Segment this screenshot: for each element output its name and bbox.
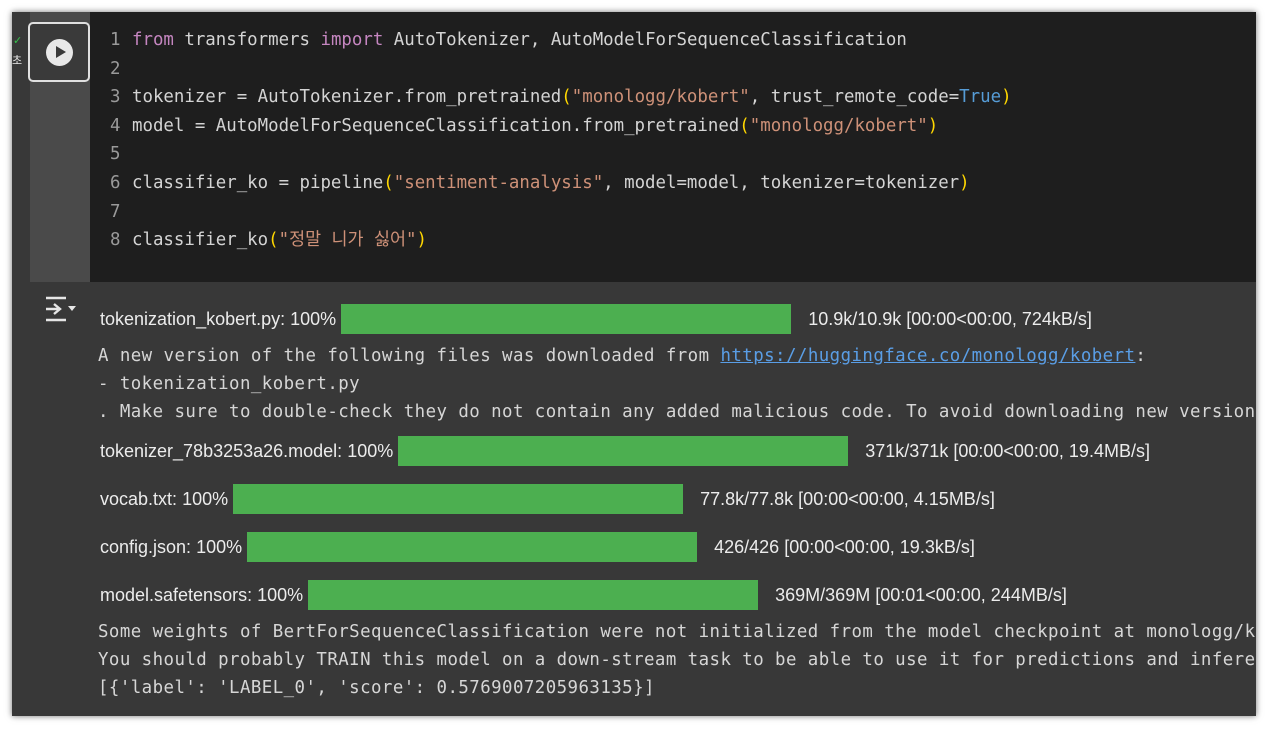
progress-filename: vocab.txt: [100, 488, 178, 509]
code-token: classifier_ko [132, 230, 269, 251]
line-number: 3 [110, 87, 121, 108]
code-token: ( [739, 115, 750, 136]
code-token: "정말 니가 싫어" [278, 230, 417, 251]
progress-percent: 100% [347, 440, 394, 461]
line-number: 8 [110, 230, 121, 251]
result-line: [{'label': 'LABEL_0', 'score': 0.5769007… [98, 678, 655, 698]
progress-filename: tokenizer_78b3253a26.model: [100, 440, 343, 461]
code-token: "monologg/kobert" [571, 87, 750, 108]
progress-bar [341, 304, 792, 334]
code-token: , model=model, tokenizer=tokenizer [603, 173, 960, 193]
train-warning-line: You should probably TRAIN this model on … [98, 650, 1256, 670]
code-token: import [320, 30, 384, 50]
cell-output: tokenization_kobert.py: 100% 10.9k/10.9k… [12, 282, 1256, 716]
progress-percent: 100% [290, 308, 337, 329]
progress-row: tokenizer_78b3253a26.model: 100% 371k/37… [100, 436, 1150, 466]
code-token: classifier_ko = pipeline [132, 173, 384, 193]
progress-filename: model.safetensors: [100, 584, 253, 605]
progress-percent: 100% [182, 488, 229, 509]
code-token: tokenizer = AutoTokenizer.from_pretraine… [132, 87, 562, 108]
line-number: 4 [110, 115, 121, 136]
code-token: "monologg/kobert" [749, 115, 928, 136]
code-token: model = AutoModelForSequenceClassificati… [132, 115, 740, 136]
code-line[interactable]: 8 classifier_ko("정말 니가 싫어") [110, 226, 427, 254]
weights-warning-line: Some weights of BertForSequenceClassific… [98, 622, 1256, 642]
progress-filename: tokenization_kobert.py: [100, 308, 286, 329]
progress-percent: 100% [196, 536, 243, 557]
progress-bar [308, 580, 759, 610]
code-token: "sentiment-analysis" [393, 173, 604, 193]
run-cell-button[interactable] [28, 22, 90, 82]
execution-time-label: 초 [12, 54, 23, 67]
line-number: 6 [110, 173, 121, 193]
code-token: ( [268, 230, 279, 251]
progress-bar [398, 436, 849, 466]
code-token: ) [1001, 87, 1012, 108]
execution-success-icon: ✓ [13, 34, 23, 47]
code-editor[interactable]: 1 from transformers import AutoTokenizer,… [90, 12, 1256, 282]
progress-row: model.safetensors: 100% 369M/369M [00:01… [100, 580, 1067, 610]
code-line[interactable]: 7 [110, 198, 132, 226]
line-number: 2 [110, 58, 121, 79]
code-line[interactable]: 2 [110, 55, 132, 83]
progress-bar [247, 532, 698, 562]
progress-stats: 10.9k/10.9k [00:00<00:00, 724kB/s] [808, 308, 1092, 329]
code-line[interactable]: 6 classifier_ko = pipeline("sentiment-ana… [110, 169, 970, 197]
code-line[interactable]: 4 model = AutoModelForSequenceClassificat… [110, 112, 938, 140]
progress-stats: 369M/369M [00:01<00:00, 244MB/s] [775, 584, 1067, 605]
code-token: transformers [173, 30, 321, 50]
huggingface-link[interactable]: https://huggingface.co/monologg/kobert [720, 346, 1135, 366]
code-token: ) [927, 115, 939, 136]
progress-stats: 371k/371k [00:00<00:00, 19.4MB/s] [865, 440, 1150, 461]
code-token: , trust_remote_code= [749, 87, 960, 108]
line-number: 5 [110, 144, 121, 165]
progress-row: config.json: 100% 426/426 [00:00<00:00, … [100, 532, 975, 562]
line-number: 1 [110, 30, 121, 50]
progress-stats: 77.8k/77.8k [00:00<00:00, 4.15MB/s] [700, 488, 995, 509]
code-token: ( [561, 87, 572, 108]
code-token: ) [416, 230, 427, 251]
code-token: True [959, 87, 1002, 108]
code-token: ( [383, 173, 394, 193]
code-token: ) [959, 173, 970, 193]
notebook-cell: ✓ 초 1 from transformers import AutoTokeni… [12, 12, 1256, 716]
code-line[interactable]: 1 from transformers import AutoTokenizer,… [110, 26, 907, 54]
progress-row: tokenization_kobert.py: 100% 10.9k/10.9k… [100, 304, 1092, 334]
progress-row: vocab.txt: 100% 77.8k/77.8k [00:00<00:00… [100, 484, 995, 514]
code-token: AutoTokenizer, AutoModelForSequenceClass… [383, 30, 907, 50]
code-line[interactable]: 5 [110, 140, 132, 168]
play-icon [46, 39, 73, 66]
code-line[interactable]: 3 tokenizer = AutoTokenizer.from_pretrain… [110, 83, 1012, 111]
warning-file-line: - tokenization_kobert.py [98, 374, 361, 394]
progress-percent: 100% [257, 584, 304, 605]
code-token: from [132, 30, 174, 50]
output-actions-icon[interactable] [44, 294, 78, 324]
warning-line: A new version of the following files was… [98, 346, 1147, 366]
warning-tail-line: . Make sure to double-check they do not … [98, 402, 1256, 422]
progress-bar [233, 484, 684, 514]
progress-stats: 426/426 [00:00<00:00, 19.3kB/s] [714, 536, 975, 557]
progress-filename: config.json: [100, 536, 192, 557]
line-number: 7 [110, 201, 121, 222]
